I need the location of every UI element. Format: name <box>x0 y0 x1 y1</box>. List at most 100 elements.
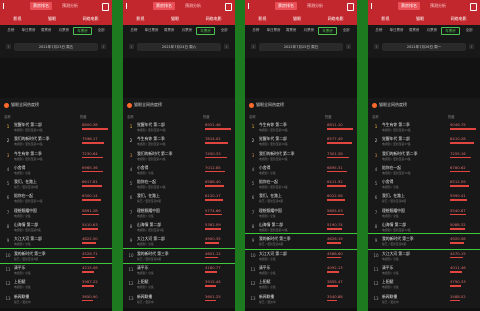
sub-tab[interactable]: 全部 <box>337 28 355 33</box>
top-tab-ranking[interactable]: 票房排名 <box>398 2 420 10</box>
list-item[interactable]: 5 我们，在路上 综艺 / 更新至第5期 6617.81 <box>0 177 112 191</box>
list-item[interactable]: 3 我们的新时代 第二季 电视剧 / 更新至第23集 7255.16 <box>368 149 480 163</box>
sub-tab[interactable]: 月票房 <box>300 28 318 33</box>
list-item[interactable]: 7 理想照耀中国 电视剧 / 全集 5540.87 <box>368 206 480 220</box>
list-item[interactable]: 5 陪你在一起 电视剧 / 更新至第13集 6588.40 <box>123 177 235 191</box>
list-item[interactable]: 11 清平乐 电视剧 / 全集 4180.77 <box>123 263 235 277</box>
sub-tab[interactable]: 单日票房 <box>265 28 283 33</box>
list-item[interactable]: 12 上阳赋 电视剧 / 全集 3855.47 <box>245 277 357 291</box>
list-item[interactable]: 1 今生有你 第二季 电视剧 / 更新至第20集 8811.10 <box>245 120 357 134</box>
prev-day-icon[interactable]: ‹ <box>251 44 256 49</box>
list-item[interactable]: 9 我的新时代 第三季 综艺 / 更新至第5期 4920.58 <box>368 233 480 250</box>
list-item[interactable]: 13 新闻联播 综艺 / 更新中 3488.02 <box>368 292 480 306</box>
list-item[interactable]: 10 大江大河 第二部 电视剧 / 全集 4470.15 <box>368 249 480 263</box>
date-label[interactable]: 2021年7月25日 周日 <box>259 43 343 51</box>
list-item[interactable]: 9 大江大河 第二部 电视剧 / 全集 4900.35 <box>123 234 235 248</box>
list-item[interactable]: 2 觉醒年代 第二部 电视剧 / 更新至第27集 8410.28 <box>368 134 480 148</box>
sub-tab[interactable]: 年票房 <box>317 26 338 35</box>
top-tab-forecast[interactable]: 预测分析 <box>185 2 201 10</box>
list-item[interactable]: 13 新闻联播 综艺 / 更新中 3650.90 <box>0 292 112 306</box>
nav-tab[interactable]: 猫眼 <box>171 16 179 22</box>
nav-tab[interactable]: 网络电影 <box>83 16 99 22</box>
list-item[interactable]: 2 我们的新时代 第二季 电视剧 / 更新至第20集 7598.17 <box>0 134 112 148</box>
list-item[interactable]: 1 觉醒年代 第二部 电视剧 / 更新至第25集 8921.46 <box>123 120 235 134</box>
sub-tab[interactable]: 单日票房 <box>143 28 161 33</box>
top-tab-ranking[interactable]: 票房排名 <box>153 2 175 10</box>
list-item[interactable]: 8 山海情 第二部 电视剧 / 更新至第8集 5410.63 <box>0 220 112 234</box>
sub-tab[interactable]: 周票房 <box>405 28 423 33</box>
nav-tab[interactable]: 猫眼 <box>293 16 301 22</box>
nav-tab[interactable]: 猫眼 <box>48 16 56 22</box>
list-item[interactable]: 13 新闻联播 综艺 / 更新中 3601.25 <box>123 292 235 306</box>
list-item[interactable]: 11 清平乐 电视剧 / 全集 4092.13 <box>245 263 357 277</box>
nav-tab[interactable]: 影视 <box>381 16 389 22</box>
share-icon[interactable] <box>225 3 232 11</box>
list-item[interactable]: 10 大江大河 第二部 电视剧 / 全集 4588.60 <box>245 249 357 263</box>
top-tab-forecast[interactable]: 预测分析 <box>307 2 323 10</box>
top-tab-ranking[interactable]: 票房排名 <box>275 2 297 10</box>
nav-tab[interactable]: 网络电影 <box>328 16 344 22</box>
sub-tab[interactable]: 单日票房 <box>20 28 38 33</box>
list-item[interactable]: 6 我们，在路上 综艺 / 更新至第6期 6022.56 <box>245 191 357 205</box>
date-label[interactable]: 2021年7月23日 周五 <box>14 43 98 51</box>
list-item[interactable]: 10 我的新时代 第三季 综艺 / 更新至第4期 4601.12 <box>123 247 235 264</box>
list-item[interactable]: 1 今生有你 第二季 电视剧 / 更新至第21集 9046.75 <box>368 120 480 134</box>
nav-tab[interactable]: 网络电影 <box>451 16 467 22</box>
list-item[interactable]: 3 我们的新时代 第二季 电视剧 / 更新至第22集 7301.28 <box>245 149 357 163</box>
list-item[interactable]: 7 理想照耀中国 电视剧 / 全集 5605.03 <box>245 206 357 220</box>
date-label[interactable]: 2021年7月26日 周一 <box>382 43 466 51</box>
prev-day-icon[interactable]: ‹ <box>6 44 11 49</box>
nav-tab[interactable]: 影视 <box>13 16 21 22</box>
list-item[interactable]: 5 小舍得 电视剧 / 全集 6512.09 <box>368 177 480 191</box>
list-item[interactable]: 9 我的新时代 第三季 综艺 / 更新至第4期 4826.19 <box>245 233 357 250</box>
sub-tab[interactable]: 全部 <box>92 28 110 33</box>
sub-tab[interactable]: 周票房 <box>282 28 300 33</box>
list-item[interactable]: 9 大江大河 第二部 电视剧 / 全集 4822.50 <box>0 234 112 248</box>
sub-tab[interactable]: 总榜 <box>247 28 265 33</box>
next-day-icon[interactable]: › <box>224 44 229 49</box>
prev-day-icon[interactable]: ‹ <box>374 44 379 49</box>
list-item[interactable]: 12 上阳赋 电视剧 / 全集 3790.33 <box>368 277 480 291</box>
list-item[interactable]: 4 小舍得 电视剧 / 全集 7012.85 <box>123 163 235 177</box>
list-item[interactable]: 7 理想照耀中国 电视剧 / 全集 5891.28 <box>0 206 112 220</box>
sub-tab[interactable]: 年票房 <box>72 26 93 35</box>
nav-tab[interactable]: 影视 <box>136 16 144 22</box>
sub-tab[interactable]: 周票房 <box>37 28 55 33</box>
sub-tab[interactable]: 全部 <box>460 28 478 33</box>
list-item[interactable]: 11 清平乐 电视剧 / 全集 4215.08 <box>0 263 112 277</box>
back-icon[interactable] <box>371 3 377 9</box>
back-icon[interactable] <box>3 3 9 9</box>
sub-tab[interactable]: 全部 <box>215 28 233 33</box>
list-item[interactable]: 8 山海情 第二部 电视剧 / 更新至第9集 5362.09 <box>123 220 235 234</box>
date-label[interactable]: 2021年7月24日 周六 <box>137 43 221 51</box>
list-item[interactable]: 6 我们，在路上 综艺 / 更新至第6期 5990.41 <box>368 191 480 205</box>
top-tab-forecast[interactable]: 预测分析 <box>430 2 446 10</box>
next-day-icon[interactable]: › <box>101 44 106 49</box>
list-item[interactable]: 4 小舍得 电视剧 / 全集 6965.36 <box>0 163 112 177</box>
list-item[interactable]: 12 上阳赋 电视剧 / 全集 3912.44 <box>123 277 235 291</box>
nav-tab[interactable]: 影视 <box>258 16 266 22</box>
share-icon[interactable] <box>347 3 354 11</box>
next-day-icon[interactable]: › <box>469 44 474 49</box>
sub-tab[interactable]: 总榜 <box>2 28 20 33</box>
share-icon[interactable] <box>470 3 477 11</box>
list-item[interactable]: 3 我们的新时代 第二季 电视剧 / 更新至第21集 7450.33 <box>123 149 235 163</box>
list-item[interactable]: 6 我们，在路上 综艺 / 更新至第5期 6120.17 <box>123 191 235 205</box>
list-item[interactable]: 4 陪你在一起 电视剧 / 更新至第15集 6780.62 <box>368 163 480 177</box>
sub-tab[interactable]: 单日票房 <box>388 28 406 33</box>
nav-tab[interactable]: 网络电影 <box>206 16 222 22</box>
next-day-icon[interactable]: › <box>346 44 351 49</box>
list-item[interactable]: 7 理想照耀中国 电视剧 / 全集 5774.66 <box>123 206 235 220</box>
list-item[interactable]: 11 清平乐 电视剧 / 全集 4011.46 <box>368 263 480 277</box>
sub-tab[interactable]: 月票房 <box>423 28 441 33</box>
list-item[interactable]: 8 山海情 第二部 电视剧 / 更新至第10集 5190.74 <box>245 220 357 234</box>
sub-tab[interactable]: 总榜 <box>370 28 388 33</box>
list-item[interactable]: 3 今生有你 第二季 电视剧 / 更新至第18集 7230.64 <box>0 149 112 163</box>
sub-tab[interactable]: 年票房 <box>440 26 461 35</box>
back-icon[interactable] <box>248 3 254 9</box>
list-item[interactable]: 5 陪你在一起 电视剧 / 更新至第14集 6411.92 <box>245 177 357 191</box>
nav-tab[interactable]: 猫眼 <box>416 16 424 22</box>
list-item[interactable]: 1 觉醒年代 第二部 电视剧 / 更新至第24集 8800.38 <box>0 120 112 134</box>
prev-day-icon[interactable]: ‹ <box>129 44 134 49</box>
list-item[interactable]: 12 上阳赋 电视剧 / 全集 3987.22 <box>0 277 112 291</box>
